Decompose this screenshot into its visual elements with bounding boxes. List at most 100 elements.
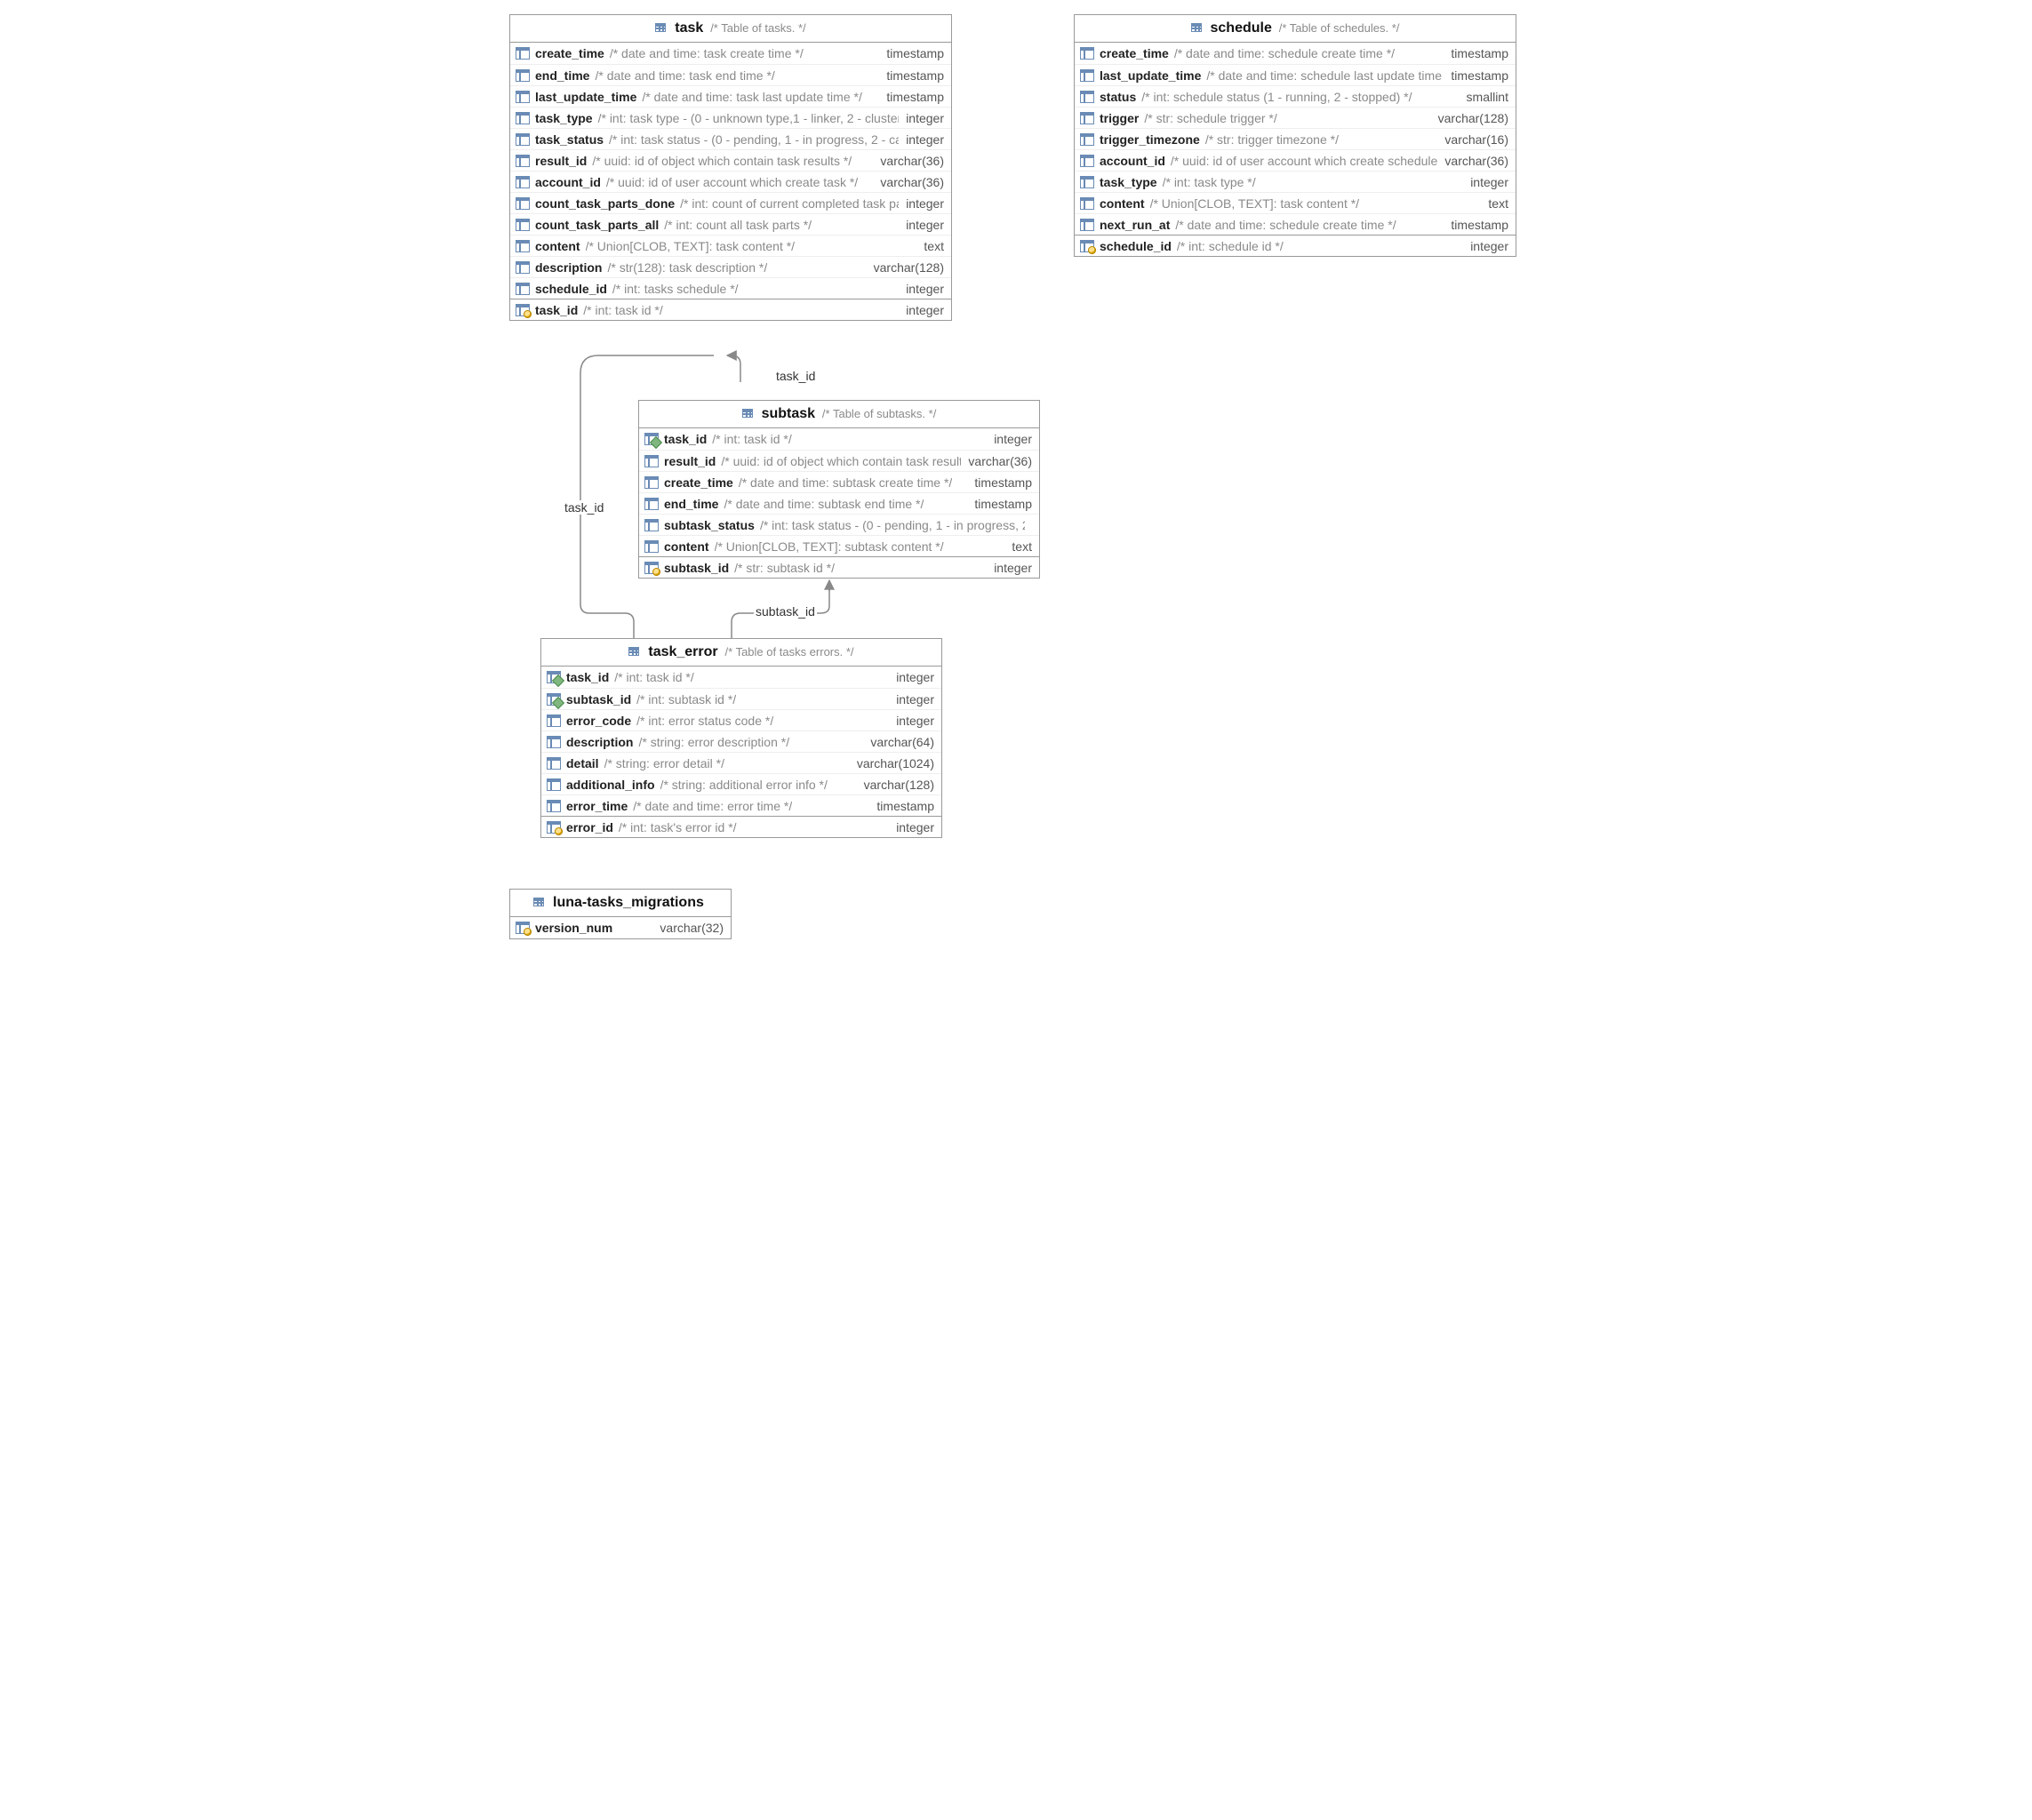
column-comment: /* int: task type */: [1163, 175, 1256, 189]
column-icon: [1080, 91, 1094, 103]
table-comment: /* Table of subtasks. */: [822, 407, 936, 420]
column-comment: /* str(128): task description */: [607, 260, 767, 275]
column-name: content: [1100, 196, 1145, 211]
column-type: integer: [889, 820, 934, 834]
pk-column-icon: [1080, 240, 1094, 252]
column-row: account_id /* uuid: id of user account wh…: [510, 171, 951, 192]
table-task: task /* Table of tasks. */ create_time /*…: [509, 14, 952, 321]
column-type: integer: [987, 561, 1032, 575]
column-name: count_task_parts_done: [535, 196, 675, 211]
column-icon: [547, 778, 561, 791]
column-row: error_time/* date and time: error time *…: [541, 794, 941, 816]
column-type: text: [1481, 196, 1508, 211]
column-icon: [644, 498, 659, 510]
column-comment: /* Union[CLOB, TEXT]: subtask content */: [715, 539, 944, 554]
column-icon: [1080, 155, 1094, 167]
column-type: varchar(32): [652, 921, 724, 935]
column-row: additional_info/* string: additional err…: [541, 773, 941, 794]
column-name: content: [535, 239, 580, 253]
column-type: integer: [889, 692, 934, 706]
column-name: subtask_id: [664, 561, 729, 575]
column-icon: [516, 176, 530, 188]
table-name: task: [675, 20, 703, 36]
column-comment: /* int: count all task parts */: [664, 218, 812, 232]
column-comment: /* int: tasks schedule */: [612, 282, 739, 296]
table-header: task /* Table of tasks. */: [510, 15, 951, 43]
column-comment: /* int: task id */: [583, 303, 662, 317]
table-header: task_error /* Table of tasks errors. */: [541, 639, 941, 667]
column-comment: /* Union[CLOB, TEXT]: task content */: [1150, 196, 1360, 211]
column-comment: /* date and time: schedule create time *…: [1174, 46, 1395, 60]
table-name: luna-tasks_migrations: [553, 895, 704, 910]
column-icon: [547, 757, 561, 770]
column-type: integer: [889, 714, 934, 728]
column-row: create_time/* date and time: schedule cr…: [1075, 43, 1516, 64]
column-type: varchar(128): [1431, 111, 1508, 125]
fk-column-icon: [547, 693, 561, 706]
column-type: timestamp: [967, 497, 1032, 511]
column-comment: /* int: schedule id */: [1177, 239, 1284, 253]
column-name: content: [664, 539, 709, 554]
column-row: task_type/* int: task type - (0 - unknow…: [510, 107, 951, 128]
column-row: task_id/* int: task id */integer: [541, 667, 941, 688]
column-row: content /* Union[CLOB, TEXT]: subtask con…: [639, 535, 1039, 556]
column-comment: /* date and time: task create time */: [610, 46, 804, 60]
column-name: task_type: [1100, 175, 1157, 189]
column-type: varchar(36): [961, 454, 1032, 468]
column-name: create_time: [664, 475, 733, 490]
column-name: create_time: [535, 46, 604, 60]
column-type: smallint: [1460, 90, 1508, 104]
column-row: next_run_at/* date and time: schedule cr…: [1075, 213, 1516, 235]
column-icon: [516, 69, 530, 82]
column-icon: [516, 197, 530, 210]
er-diagram-canvas: task /* Table of tasks. */ create_time/*…: [483, 0, 1549, 955]
column-row: trigger_timezone/* str: trigger timezone…: [1075, 128, 1516, 149]
column-icon: [516, 155, 530, 167]
column-comment: /* str: subtask id */: [734, 561, 835, 575]
column-name: subtask_id: [566, 692, 631, 706]
column-row: end_time/* date and time: task end time …: [510, 64, 951, 85]
column-name: end_time: [535, 68, 589, 83]
column-comment: /* int: task id */: [614, 670, 693, 684]
table-comment: /* Table of schedules. */: [1279, 21, 1400, 35]
column-icon: [516, 219, 530, 231]
table-icon: [655, 23, 666, 32]
column-comment: /* string: additional error info */: [660, 778, 828, 792]
column-row: count_task_parts_done /* int: count of cu…: [510, 192, 951, 213]
column-type: integer: [889, 670, 934, 684]
column-name: description: [566, 735, 633, 749]
column-comment: /* date and time: schedule create time *…: [1175, 218, 1396, 232]
column-name: account_id: [535, 175, 601, 189]
column-type: integer: [987, 432, 1032, 446]
column-icon: [516, 133, 530, 146]
column-comment: /* uuid: id of user account which create…: [606, 175, 858, 189]
column-icon: [547, 714, 561, 727]
column-row: version_numvarchar(32): [510, 917, 731, 938]
column-icon: [547, 800, 561, 812]
table-header: subtask /* Table of subtasks. */: [639, 401, 1039, 428]
column-name: task_type: [535, 111, 593, 125]
column-comment: /* Union[CLOB, TEXT]: task content */: [586, 239, 796, 253]
column-row: task_status/* int: task status - (0 - pe…: [510, 128, 951, 149]
table-icon: [533, 898, 544, 906]
pk-column-icon: [644, 562, 659, 574]
column-comment: /* string: error description */: [638, 735, 789, 749]
column-name: subtask_status: [664, 518, 755, 532]
column-type: varchar(36): [873, 154, 944, 168]
table-subtask: subtask /* Table of subtasks. */ task_id…: [638, 400, 1040, 579]
column-type: timestamp: [879, 68, 944, 83]
column-icon: [1080, 112, 1094, 124]
column-name: account_id: [1100, 154, 1165, 168]
column-type: integer: [899, 111, 944, 125]
column-icon: [644, 540, 659, 553]
column-comment: /* str: schedule trigger */: [1144, 111, 1276, 125]
edge-label-task-id: task_id: [774, 369, 817, 383]
column-row: create_time /* date and time: task create…: [510, 43, 951, 64]
column-comment: /* date and time: schedule last update t…: [1206, 68, 1444, 83]
column-type: integer: [1463, 239, 1508, 253]
column-name: error_code: [566, 714, 631, 728]
column-comment: /* int: count of current completed task …: [680, 196, 899, 211]
column-row: last_update_time/* date and time: task l…: [510, 85, 951, 107]
column-type: timestamp: [879, 90, 944, 104]
columns-container: create_time /* date and time: task create…: [510, 43, 951, 320]
